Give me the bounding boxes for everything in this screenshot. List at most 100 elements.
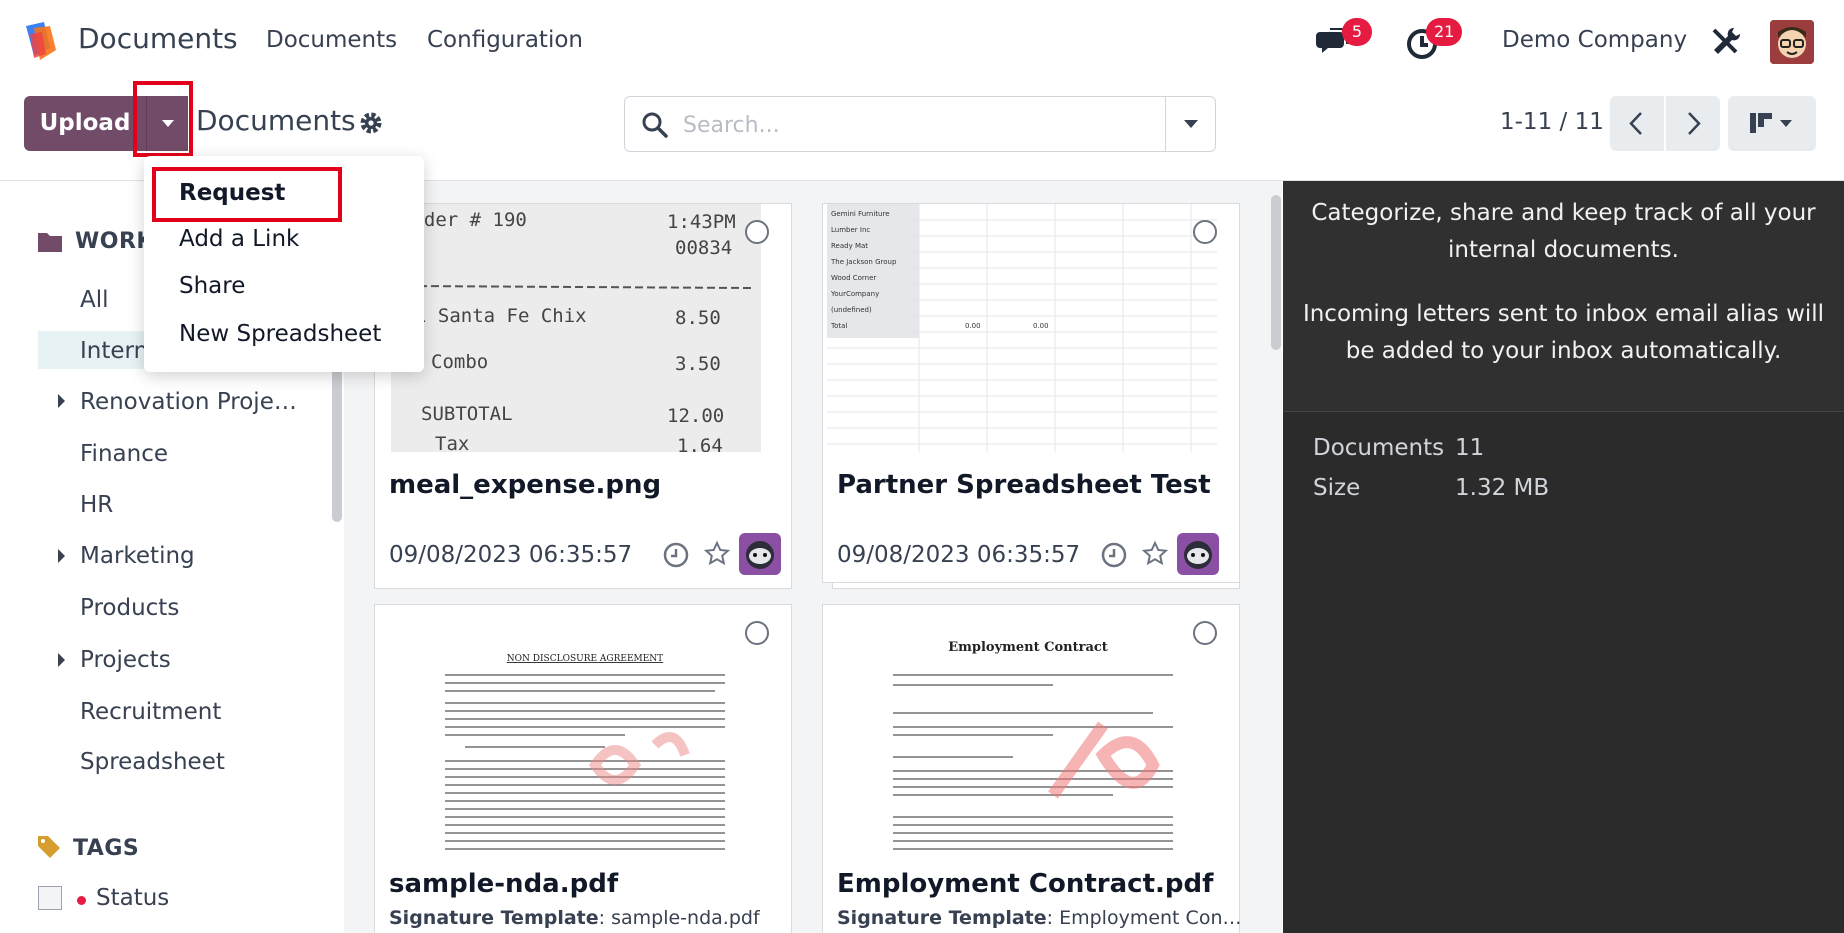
menu-item-new-spreadsheet[interactable]: New Spreadsheet bbox=[179, 321, 381, 347]
document-card[interactable]: Gemini Furniture Lumber Inc Ready Mat Th… bbox=[822, 203, 1240, 583]
info-size-label: Size bbox=[1313, 475, 1361, 501]
search-bar bbox=[624, 96, 1216, 152]
odoobot-avatar[interactable] bbox=[739, 533, 781, 575]
menu-documents[interactable]: Documents bbox=[266, 27, 397, 53]
receipt-v1: 8.50 bbox=[675, 307, 721, 329]
activity-clock-icon[interactable] bbox=[662, 541, 690, 569]
debug-tools-icon[interactable] bbox=[1706, 22, 1746, 62]
document-card[interactable]: NON DISCLOSURE AGREEMENT sample-nda.pdf … bbox=[374, 604, 792, 933]
menu-item-add-link[interactable]: Add a Link bbox=[179, 226, 299, 252]
activity-clock-icon[interactable] bbox=[1100, 541, 1128, 569]
chevron-left-icon bbox=[1629, 112, 1642, 135]
company-switcher[interactable]: Demo Company bbox=[1502, 27, 1687, 53]
odoobot-avatar[interactable] bbox=[1177, 533, 1219, 575]
sheet-row: Wood Corner bbox=[831, 274, 876, 282]
caret-right-icon[interactable] bbox=[58, 653, 65, 667]
card-title[interactable]: Employment Contract.pdf bbox=[837, 869, 1213, 899]
pager-next-button[interactable] bbox=[1666, 96, 1720, 151]
caret-right-icon[interactable] bbox=[58, 394, 65, 408]
avatar-face-icon bbox=[1770, 20, 1814, 64]
receipt-tax: Tax bbox=[435, 433, 469, 452]
receipt-code: 00834 bbox=[675, 237, 732, 259]
info-size-value: 1.32 MB bbox=[1455, 475, 1550, 501]
sheet-value: 0.00 bbox=[965, 322, 981, 330]
bot-face-icon bbox=[1184, 541, 1212, 569]
pager-value[interactable]: 1-11 / 11 bbox=[1500, 109, 1604, 135]
info-help-text-2: Incoming letters sent to inbox email ali… bbox=[1302, 301, 1825, 364]
receipt-vtax: 1.64 bbox=[677, 435, 723, 452]
status-dot-icon bbox=[77, 896, 86, 905]
documents-info-panel: Categorize, share and keep track of all … bbox=[1283, 181, 1844, 933]
sidebar-item-products[interactable]: Products bbox=[80, 595, 179, 621]
sidebar-scrollbar[interactable] bbox=[332, 350, 342, 522]
sidebar-item-projects[interactable]: Projects bbox=[80, 647, 171, 673]
kanban-scrollbar[interactable] bbox=[1271, 195, 1281, 350]
signature-template-value: : sample-nda.pdf bbox=[598, 907, 760, 929]
card-title[interactable]: sample-nda.pdf bbox=[389, 869, 618, 899]
receipt-line2: Combo bbox=[431, 351, 488, 373]
user-avatar[interactable] bbox=[1770, 20, 1814, 64]
card-select-radio[interactable] bbox=[1193, 621, 1217, 645]
card-select-radio[interactable] bbox=[1193, 220, 1217, 244]
sidebar-item-recruitment[interactable]: Recruitment bbox=[80, 699, 221, 725]
card-date: 09/08/2023 06:35:57 bbox=[389, 542, 633, 568]
sidebar-workspace-title: WORK bbox=[75, 229, 154, 254]
view-switcher-button[interactable] bbox=[1728, 96, 1816, 151]
tag-status-label[interactable]: Status bbox=[96, 885, 169, 911]
receipt-vsub: 12.00 bbox=[667, 405, 724, 427]
card-select-radio[interactable] bbox=[745, 220, 769, 244]
signature-template-label: Signature Template bbox=[389, 907, 599, 929]
sheet-row: (undefined) bbox=[831, 306, 872, 314]
sidebar-item-spreadsheet[interactable]: Spreadsheet bbox=[80, 749, 225, 775]
card-thumbnail: NON DISCLOSURE AGREEMENT bbox=[405, 605, 765, 853]
card-select-radio[interactable] bbox=[745, 621, 769, 645]
sheet-row: YourCompany bbox=[830, 290, 879, 298]
receipt-subtotal: SUBTOTAL bbox=[421, 403, 513, 425]
card-signature-template: Signature Template: Employment Con… bbox=[837, 907, 1241, 929]
document-card[interactable]: Employment Contract Employment Contract.… bbox=[822, 604, 1241, 933]
star-icon[interactable] bbox=[1141, 540, 1169, 568]
kanban-view-icon bbox=[1750, 113, 1792, 133]
search-icon bbox=[642, 112, 668, 138]
upload-button[interactable]: Upload bbox=[24, 96, 146, 151]
menu-configuration[interactable]: Configuration bbox=[427, 27, 583, 53]
folder-icon bbox=[38, 233, 62, 252]
sidebar-item-all[interactable]: All bbox=[80, 287, 109, 313]
sidebar-item-marketing[interactable]: Marketing bbox=[80, 543, 195, 569]
card-signature-template: Signature Template: sample-nda.pdf bbox=[389, 907, 760, 929]
receipt-line1: 1 Santa Fe Chix bbox=[415, 305, 587, 327]
sidebar-item-hr[interactable]: HR bbox=[80, 492, 113, 518]
document-card[interactable]: Order # 190 1:43PM 00834 1 Santa Fe Chix… bbox=[374, 203, 792, 589]
receipt-time: 1:43PM bbox=[667, 211, 736, 233]
signature-template-value: : Employment Con… bbox=[1046, 907, 1242, 929]
caret-right-icon[interactable] bbox=[58, 549, 65, 563]
gear-icon[interactable] bbox=[358, 110, 384, 136]
doc-heading: Employment Contract bbox=[948, 640, 1108, 655]
receipt-v2: 3.50 bbox=[675, 353, 721, 375]
card-date: 09/08/2023 06:35:57 bbox=[837, 542, 1081, 568]
tag-status-checkbox[interactable] bbox=[38, 886, 62, 910]
documents-app-logo[interactable] bbox=[20, 20, 62, 62]
search-input[interactable] bbox=[683, 107, 1123, 143]
card-title[interactable]: Partner Spreadsheet Test bbox=[837, 470, 1211, 500]
info-documents-label: Documents bbox=[1313, 435, 1445, 461]
messages-badge: 5 bbox=[1342, 18, 1372, 46]
chevron-right-icon bbox=[1688, 112, 1701, 135]
app-name[interactable]: Documents bbox=[78, 22, 238, 55]
sidebar-item-finance[interactable]: Finance bbox=[80, 441, 168, 467]
breadcrumb-documents[interactable]: Documents bbox=[196, 104, 356, 137]
menu-item-share[interactable]: Share bbox=[179, 273, 245, 299]
sheet-value: 0.00 bbox=[1033, 322, 1049, 330]
card-title[interactable]: meal_expense.png bbox=[389, 470, 661, 500]
star-icon[interactable] bbox=[703, 540, 731, 568]
top-navbar: Documents Documents Configuration 5 21 D… bbox=[0, 0, 1844, 82]
search-options-toggle[interactable] bbox=[1165, 97, 1216, 151]
pager-previous-button[interactable] bbox=[1610, 96, 1664, 151]
highlight-request-item bbox=[152, 167, 342, 222]
highlight-upload-toggle bbox=[133, 81, 193, 157]
sidebar-item-internal[interactable]: Intern bbox=[80, 338, 148, 364]
sidebar-item-renovation[interactable]: Renovation Proje… bbox=[80, 389, 297, 415]
card-thumbnail: Order # 190 1:43PM 00834 1 Santa Fe Chix… bbox=[391, 204, 761, 452]
sidebar-tags-title: TAGS bbox=[73, 836, 140, 861]
bot-face-icon bbox=[746, 541, 774, 569]
